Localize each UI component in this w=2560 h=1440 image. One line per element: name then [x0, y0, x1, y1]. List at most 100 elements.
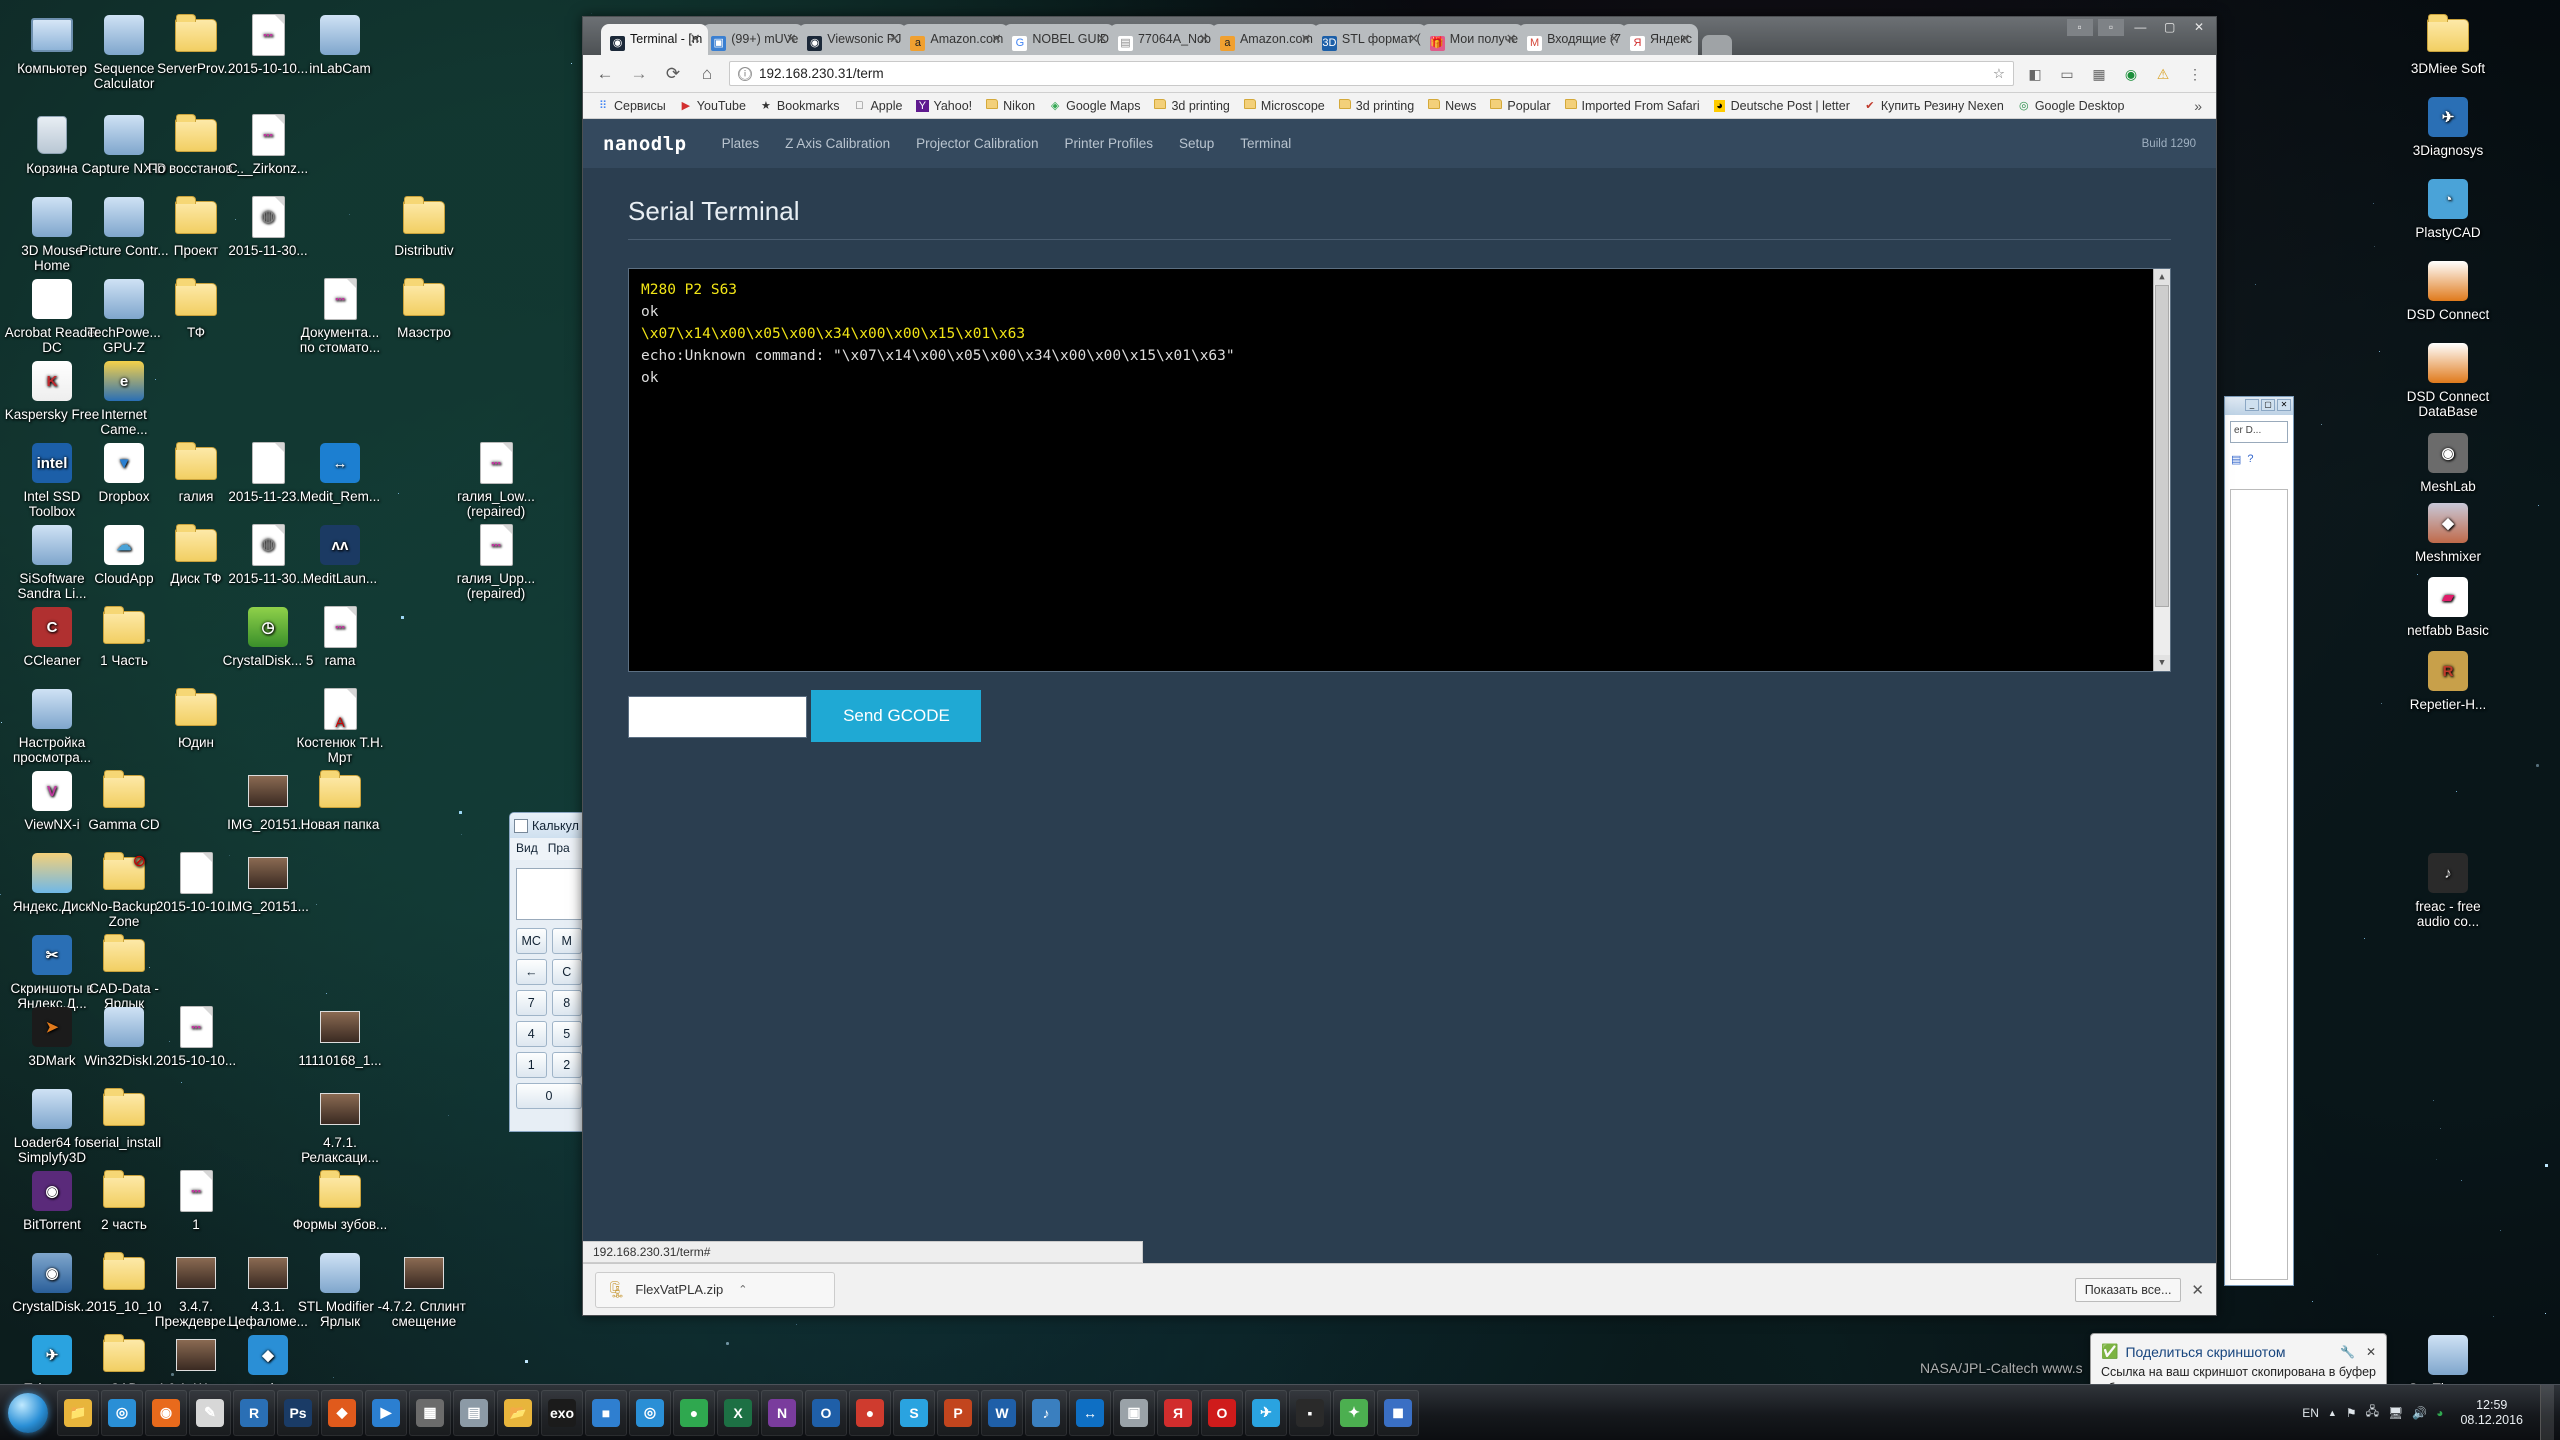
desktop-icon[interactable]: e Internet Came...: [76, 358, 172, 437]
taskbar-button[interactable]: 📂: [497, 1389, 539, 1436]
network-icon[interactable]: 🖧: [2366, 1402, 2379, 1423]
calc-key-0[interactable]: 0: [516, 1083, 582, 1109]
taskbar-button[interactable]: O: [805, 1389, 847, 1436]
calc-key-clear[interactable]: C: [551, 959, 582, 985]
desktop-icon[interactable]: DSD Connect DataBase: [2400, 340, 2496, 419]
bookmark-item[interactable]: Microscope: [1238, 97, 1330, 115]
taskbar-button[interactable]: X: [717, 1389, 759, 1436]
system-tray[interactable]: EN ▲ ⚑ 🖧 🖥 🔊 ◕ 12:59 08.12.2016: [2302, 1384, 2560, 1440]
url-text[interactable]: 192.168.230.31/term: [759, 66, 884, 81]
bookmark-item[interactable]: ◎ Google Desktop: [2012, 97, 2130, 115]
calc-key-5[interactable]: 5: [551, 1021, 582, 1047]
tab-close-icon[interactable]: ✕: [688, 32, 702, 46]
bookmark-item[interactable]: Imported From Safari: [1559, 97, 1705, 115]
calc-key-mr[interactable]: M: [551, 928, 582, 954]
desktop-icon[interactable]: Новая папка: [292, 768, 388, 832]
download-menu-caret-icon[interactable]: ⌃: [738, 1283, 747, 1296]
desktop-icon[interactable]: serial_install: [76, 1086, 172, 1150]
show-desktop-button[interactable]: [2540, 1384, 2554, 1440]
taskbar-button[interactable]: ♪: [1025, 1389, 1067, 1436]
taskbar-button[interactable]: N: [761, 1389, 803, 1436]
calc-key-7[interactable]: 7: [516, 990, 547, 1016]
desktop-icon[interactable]: 3DMiee Soft: [2400, 12, 2496, 76]
toast-settings-icon[interactable]: 🔧: [2340, 1345, 2355, 1359]
browser-tab[interactable]: 🎁 Мои получе ✕: [1420, 24, 1525, 55]
nav-plates[interactable]: Plates: [709, 119, 773, 168]
bgwin-close-button[interactable]: ✕: [2277, 399, 2291, 411]
start-button[interactable]: [0, 1385, 56, 1440]
desktop-icon[interactable]: STL Modifier - Ярлык: [292, 1250, 388, 1329]
browser-tab[interactable]: ◉ Viewsonic PJ ✕: [798, 24, 908, 55]
browser-tab[interactable]: G NOBEL GUID ✕: [1003, 24, 1115, 55]
taskbar-button[interactable]: ◎: [629, 1389, 671, 1436]
nav-printer-profiles[interactable]: Printer Profiles: [1051, 119, 1166, 168]
desktop-icon[interactable]: ТФ: [148, 276, 244, 340]
taskbar-button[interactable]: ▤: [453, 1389, 495, 1436]
taskbar-button[interactable]: R: [233, 1389, 275, 1436]
desktop-icon[interactable]: R Repetier-H...: [2400, 648, 2496, 712]
calculator-row-4[interactable]: 4 5: [510, 1021, 588, 1052]
restore-small-button-2[interactable]: ▫: [2097, 19, 2124, 36]
desktop-icon[interactable]: ▪▪▪ 1: [148, 1168, 244, 1232]
bookmark-item[interactable]:  Apple: [847, 97, 907, 115]
home-icon[interactable]: ⌂: [695, 62, 719, 86]
taskbar-button[interactable]: ■: [585, 1389, 627, 1436]
bookmark-item[interactable]: News: [1422, 97, 1481, 115]
taskbar-button[interactable]: exo: [541, 1389, 583, 1436]
taskbar-button[interactable]: ◉: [145, 1389, 187, 1436]
taskbar-button[interactable]: ◼: [1377, 1389, 1419, 1436]
calculator-row-7[interactable]: 7 8: [510, 990, 588, 1021]
menu-view[interactable]: Вид: [516, 841, 538, 857]
bookmark-item[interactable]: Nikon: [980, 97, 1040, 115]
tray-language[interactable]: EN: [2302, 1406, 2319, 1420]
reload-icon[interactable]: ⟳: [661, 62, 685, 86]
monitor-icon[interactable]: 🖥: [2388, 1406, 2403, 1420]
tab-close-icon[interactable]: ✕: [1504, 32, 1518, 46]
desktop-icon[interactable]: Формы зубов...: [292, 1168, 388, 1232]
tab-close-icon[interactable]: ✕: [784, 32, 798, 46]
nanodlp-navbar[interactable]: nanodlp Plates Z Axis Calibration Projec…: [583, 119, 2216, 168]
desktop-icon[interactable]: ✈ 3Diagnosys: [2400, 94, 2496, 158]
desktop-icon[interactable]: IMG_20151...: [220, 850, 316, 914]
taskbar[interactable]: 📁 ◎ ◉ ✎ R Ps ◆ ▶ ▦ ▤ 📂 exo ■ ◎ ● X N O ● S P W ♪ ↔ ▣ Я O ✈ ▪ ✦ ◼ EN ▲ …: [0, 1384, 2560, 1440]
close-downloads-bar-button[interactable]: ✕: [2191, 1281, 2204, 1299]
flag-icon[interactable]: ⚑: [2346, 1406, 2357, 1420]
taskbar-button[interactable]: Я: [1157, 1389, 1199, 1436]
desktop-icon[interactable]: 1 Часть: [76, 604, 172, 668]
minimize-button[interactable]: —: [2127, 19, 2153, 36]
nav-projector-calibration[interactable]: Projector Calibration: [903, 119, 1051, 168]
toast-close-icon[interactable]: ✕: [2366, 1345, 2376, 1359]
browser-tab[interactable]: ◉ Terminal - [m ✕: [601, 24, 709, 55]
show-all-downloads-button[interactable]: Показать все...: [2074, 1277, 2182, 1302]
send-gcode-button[interactable]: Send GCODE: [811, 690, 982, 742]
browser-tab[interactable]: ▤ 77064A_Nob ✕: [1108, 24, 1217, 55]
cast-icon[interactable]: ▭: [2056, 63, 2078, 85]
tab-close-icon[interactable]: ✕: [1197, 32, 1211, 46]
taskbar-button[interactable]: Ps: [277, 1389, 319, 1436]
bookmark-item[interactable]: ★ Bookmarks: [754, 97, 845, 115]
bgwin-icon-row[interactable]: ▤ ?: [2225, 449, 2293, 470]
bookmarks-overflow-icon[interactable]: »: [2188, 98, 2208, 114]
background-window-titlebar[interactable]: _ ▢ ✕: [2225, 397, 2293, 415]
taskbar-button[interactable]: O: [1201, 1389, 1243, 1436]
download-item[interactable]: 🗜 FlexVatPLA.zip ⌃: [595, 1271, 835, 1308]
volume-icon[interactable]: 🔊: [2412, 1406, 2427, 1420]
taskbar-button[interactable]: ▪: [1289, 1389, 1331, 1436]
taskbar-buttons[interactable]: 📁 ◎ ◉ ✎ R Ps ◆ ▶ ▦ ▤ 📂 exo ■ ◎ ● X N O ● S P W ♪ ↔ ▣ Я O ✈ ▪ ✦ ◼: [56, 1389, 1420, 1436]
bookmark-item[interactable]: ◕ Deutsche Post | letter: [1708, 97, 1855, 115]
shield-icon[interactable]: ◉: [2120, 63, 2142, 85]
taskbar-button[interactable]: ▶: [365, 1389, 407, 1436]
maximize-button[interactable]: ▢: [2157, 19, 2183, 36]
tab-close-icon[interactable]: ✕: [1095, 32, 1109, 46]
desktop-icon[interactable]: Юдин: [148, 686, 244, 750]
bgwin-help-icon[interactable]: ?: [2247, 453, 2253, 466]
console-scroll-thumb[interactable]: [2155, 285, 2169, 607]
calc-key-8[interactable]: 8: [551, 990, 582, 1016]
taskbar-button[interactable]: ●: [849, 1389, 891, 1436]
gcode-input[interactable]: [628, 695, 807, 738]
browser-tab[interactable]: ▣ (99+) mUVe ✕: [702, 24, 805, 55]
browser-tab[interactable]: a Amazon.com ✕: [1210, 24, 1319, 55]
bookmark-item[interactable]: Popular: [1484, 97, 1555, 115]
taskbar-button[interactable]: 📁: [57, 1389, 99, 1436]
desktop-icon[interactable]: CAD-Data - Ярлык: [76, 932, 172, 1011]
